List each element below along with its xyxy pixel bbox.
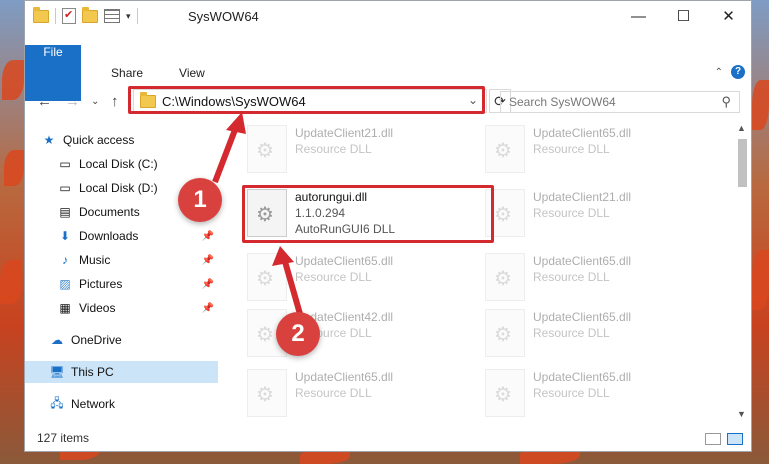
step-badge-2: 2 [276,312,320,356]
arrow-to-file [281,257,303,315]
arrow-head-2 [272,246,294,266]
arrow-head-1 [226,112,246,134]
step-badge-1: 1 [178,178,222,222]
annotation-arrows [212,112,303,315]
